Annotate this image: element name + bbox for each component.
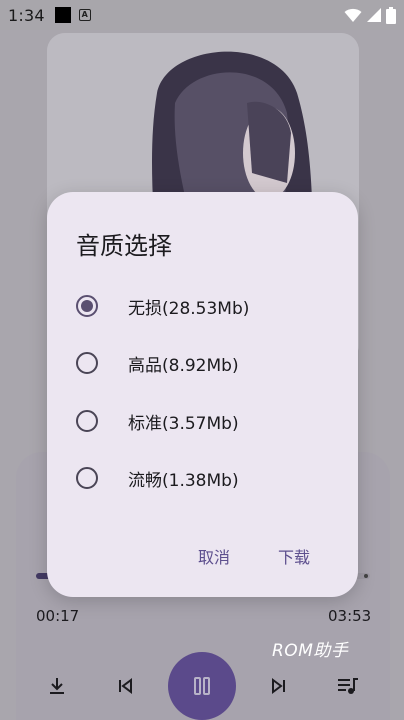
option-label: 标准(3.57Mb) <box>128 413 239 434</box>
download-confirm-button[interactable]: 下载 <box>272 540 316 572</box>
quality-dialog: 音质选择 无损(28.53Mb) 高品(8.92Mb) 标准(3.57Mb) 流… <box>47 192 358 597</box>
option-lossless[interactable]: 无损(28.53Mb) <box>47 278 358 334</box>
radio-button[interactable] <box>76 467 98 489</box>
dialog-title: 音质选择 <box>76 232 172 260</box>
option-label: 无损(28.53Mb) <box>128 298 250 319</box>
option-smooth[interactable]: 流畅(1.38Mb) <box>47 450 358 506</box>
option-label: 流畅(1.38Mb) <box>128 470 239 491</box>
cancel-button[interactable]: 取消 <box>192 540 236 572</box>
radio-button[interactable] <box>76 410 98 432</box>
radio-button[interactable] <box>76 352 98 374</box>
option-label: 高品(8.92Mb) <box>128 355 239 376</box>
option-high[interactable]: 高品(8.92Mb) <box>47 335 358 391</box>
radio-button[interactable] <box>76 295 98 317</box>
option-standard[interactable]: 标准(3.57Mb) <box>47 393 358 449</box>
